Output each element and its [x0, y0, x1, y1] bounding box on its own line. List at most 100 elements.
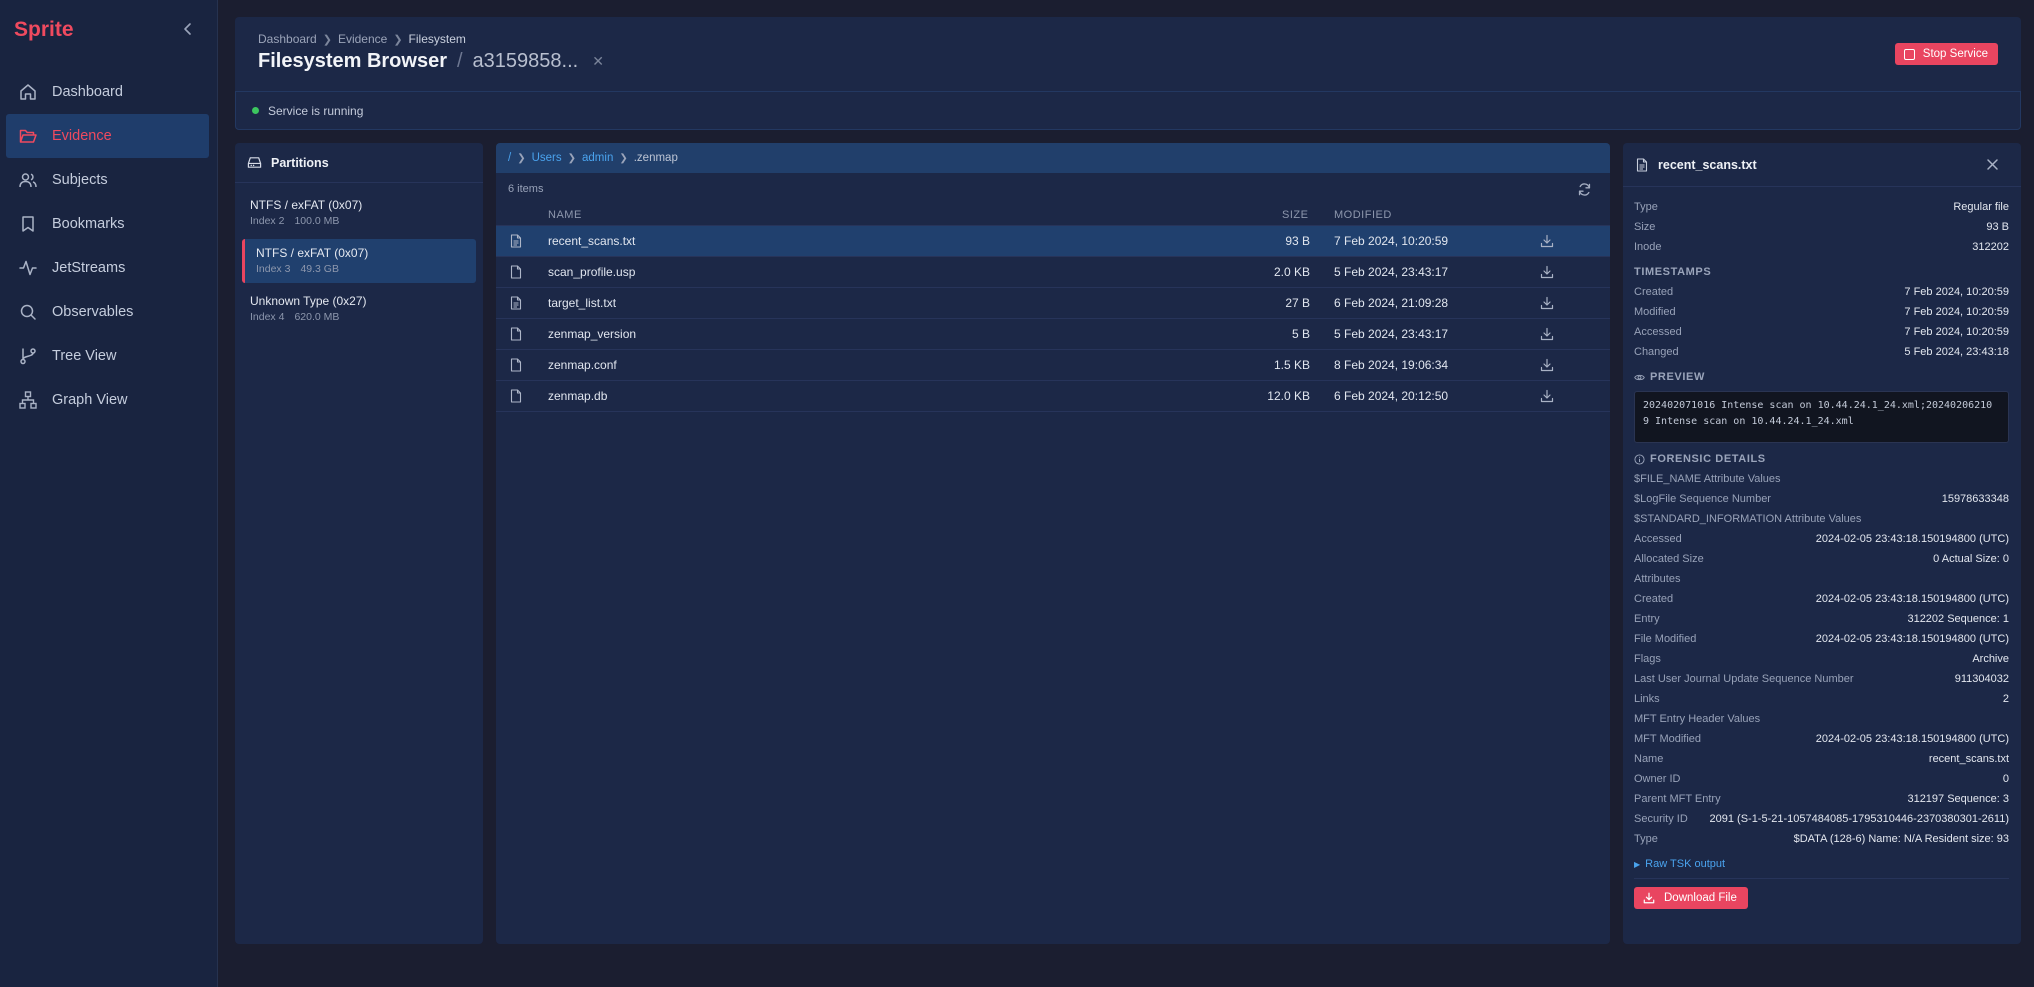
file-text-icon [496, 296, 548, 310]
breadcrumb-evidence[interactable]: Evidence [338, 32, 387, 46]
forensic-key: MFT Modified [1634, 733, 1702, 745]
column-modified[interactable]: MODIFIED [1330, 209, 1540, 221]
stop-icon [1903, 48, 1915, 60]
collapse-sidebar-icon[interactable] [180, 21, 196, 37]
activity-icon [18, 258, 38, 278]
sidebar-item-tree-view[interactable]: Tree View [6, 334, 209, 378]
forensic-section-title: FORENSIC DETAILS [1634, 449, 2009, 469]
forensic-row: Parent MFT Entry 312197 Sequence: 3 [1634, 789, 2009, 809]
download-file-label: Download File [1664, 892, 1737, 904]
sidebar-item-graph-view[interactable]: Graph View [6, 378, 209, 422]
details-header: recent_scans.txt [1623, 143, 2021, 187]
partitions-header: Partitions [235, 143, 483, 183]
download-file-button[interactable]: Download File [1634, 887, 1748, 909]
close-evidence-icon[interactable]: ✕ [592, 53, 604, 70]
raw-tsk-output-toggle[interactable]: ▶ Raw TSK output [1634, 858, 2009, 870]
breadcrumb-filesystem: Filesystem [408, 32, 466, 46]
file-browser: / ❯ Users ❯ admin ❯ .zenmap 6 items NAME… [496, 143, 1610, 944]
forensic-row: Last User Journal Update Sequence Number… [1634, 669, 2009, 689]
file-size: 12.0 KB [1267, 389, 1310, 403]
details-body: Type Regular file Size 93 B Inode 312202 TI… [1623, 187, 2021, 909]
refresh-icon[interactable] [1577, 182, 1592, 197]
partition-size: 49.3 GB [300, 263, 339, 275]
sidebar-item-jetstreams[interactable]: JetStreams [6, 246, 209, 290]
partition-item-selected[interactable]: NTFS / exFAT (0x07) Index 3 49.3 GB [242, 239, 476, 283]
item-count-row: 6 items [496, 173, 1610, 205]
path-root[interactable]: / [508, 152, 511, 164]
file-row[interactable]: zenmap_version 5 B 5 Feb 2024, 23:43:17 [496, 319, 1610, 350]
forensic-row: MFT Modified 2024-02-05 23:43:18.15019480… [1634, 729, 2009, 749]
forensic-row: Flags Archive [1634, 649, 2009, 669]
file-row[interactable]: target_list.txt 27 B 6 Feb 2024, 21:09:2… [496, 288, 1610, 319]
forensic-row: Name recent_scans.txt [1634, 749, 2009, 769]
forensic-row: MFT Entry Header Values [1634, 709, 2009, 729]
file-row[interactable]: recent_scans.txt 93 B 7 Feb 2024, 10:20:… [496, 226, 1610, 257]
path-users[interactable]: Users [532, 152, 562, 164]
column-name[interactable]: NAME [548, 209, 1188, 221]
chevron-right-icon: ❯ [322, 33, 332, 46]
sidebar-item-dashboard[interactable]: Dashboard [6, 70, 209, 114]
download-icon[interactable] [1540, 234, 1600, 248]
sidebar-item-bookmarks[interactable]: Bookmarks [6, 202, 209, 246]
sidebar-item-label: Subjects [52, 172, 108, 188]
file-text-icon [1635, 157, 1649, 172]
file-modified: 8 Feb 2024, 19:06:34 [1334, 358, 1449, 372]
raw-tsk-label: Raw TSK output [1645, 858, 1726, 870]
partition-index: Index 2 [250, 215, 285, 227]
forensic-row: Security ID 2091 (S-1-5-21-1057484085-179… [1634, 809, 2009, 829]
forensic-value: 312202 Sequence: 1 [1907, 613, 2009, 625]
partition-size: 100.0 MB [294, 215, 340, 227]
download-icon[interactable] [1540, 389, 1600, 403]
column-size[interactable]: SIZE [1188, 209, 1330, 221]
file-table-header: NAME SIZE MODIFIED [496, 205, 1610, 226]
partition-item[interactable]: NTFS / exFAT (0x07) Index 2 100.0 MB [242, 191, 476, 235]
file-row[interactable]: scan_profile.usp 2.0 KB 5 Feb 2024, 23:4… [496, 257, 1610, 288]
sidebar-item-evidence[interactable]: Evidence [6, 114, 209, 158]
file-size: 1.5 KB [1273, 358, 1310, 372]
preview-line: 202402071016 Intense scan on 10.44.24.1_… [1643, 400, 1993, 411]
preview-line: 9 Intense scan on 10.44.24.1_24.xml [1643, 416, 1854, 427]
file-preview: 202402071016 Intense scan on 10.44.24.1_… [1634, 391, 2009, 443]
app-logo[interactable]: Sprite [14, 18, 74, 42]
service-status-bar: Service is running [235, 91, 2021, 130]
divider [1634, 878, 2009, 879]
forensic-key: Allocated Size [1634, 553, 1704, 565]
forensic-value: 15978633348 [1941, 493, 2009, 505]
partition-meta: Index 2 100.0 MB [250, 215, 476, 227]
download-icon[interactable] [1540, 327, 1600, 341]
download-icon[interactable] [1540, 265, 1600, 279]
sidebar-item-label: Graph View [52, 392, 128, 408]
detail-key: Modified [1634, 306, 1676, 318]
path-admin[interactable]: admin [582, 152, 613, 164]
git-branch-icon [18, 346, 38, 366]
file-name: recent_scans.txt [548, 234, 636, 248]
forensic-row: File Modified 2024-02-05 23:43:18.1501948… [1634, 629, 2009, 649]
file-row[interactable]: zenmap.db 12.0 KB 6 Feb 2024, 20:12:50 [496, 381, 1610, 412]
forensic-value: 0 [2002, 773, 2009, 785]
forensic-value: 2 [2002, 693, 2009, 705]
download-icon[interactable] [1540, 358, 1600, 372]
forensic-value: 2024-02-05 23:43:18.150194800 (UTC) [1815, 733, 2009, 745]
forensic-value: 2024-02-05 23:43:18.150194800 (UTC) [1815, 593, 2009, 605]
breadcrumb-dashboard[interactable]: Dashboard [258, 32, 317, 46]
sidebar-item-label: Bookmarks [52, 216, 125, 232]
chevron-right-icon: ❯ [567, 152, 577, 164]
file-row[interactable]: zenmap.conf 1.5 KB 8 Feb 2024, 19:06:34 [496, 350, 1610, 381]
forensic-key: $STANDARD_INFORMATION Attribute Values [1634, 513, 1862, 525]
download-icon[interactable] [1540, 296, 1600, 310]
close-icon[interactable] [1986, 158, 1999, 171]
sidebar: Sprite Dashboard Evidence Subjects Bookm… [0, 0, 218, 987]
preview-title: PREVIEW [1650, 371, 1705, 383]
detail-key: Type [1634, 201, 1658, 213]
partition-item[interactable]: Unknown Type (0x27) Index 4 620.0 MB [242, 287, 476, 331]
sidebar-item-observables[interactable]: Observables [6, 290, 209, 334]
sidebar-item-subjects[interactable]: Subjects [6, 158, 209, 202]
detail-row: Inode 312202 [1634, 237, 2009, 257]
forensic-key: Accessed [1634, 533, 1682, 545]
forensic-row: $STANDARD_INFORMATION Attribute Values [1634, 509, 2009, 529]
stop-service-button[interactable]: Stop Service [1894, 43, 1998, 65]
forensic-value: 2091 (S-1-5-21-1057484085-1795310446-237… [1709, 813, 2010, 825]
eye-icon [1634, 372, 1645, 383]
partition-meta: Index 3 49.3 GB [256, 263, 476, 275]
chevron-right-icon: ❯ [517, 152, 526, 164]
